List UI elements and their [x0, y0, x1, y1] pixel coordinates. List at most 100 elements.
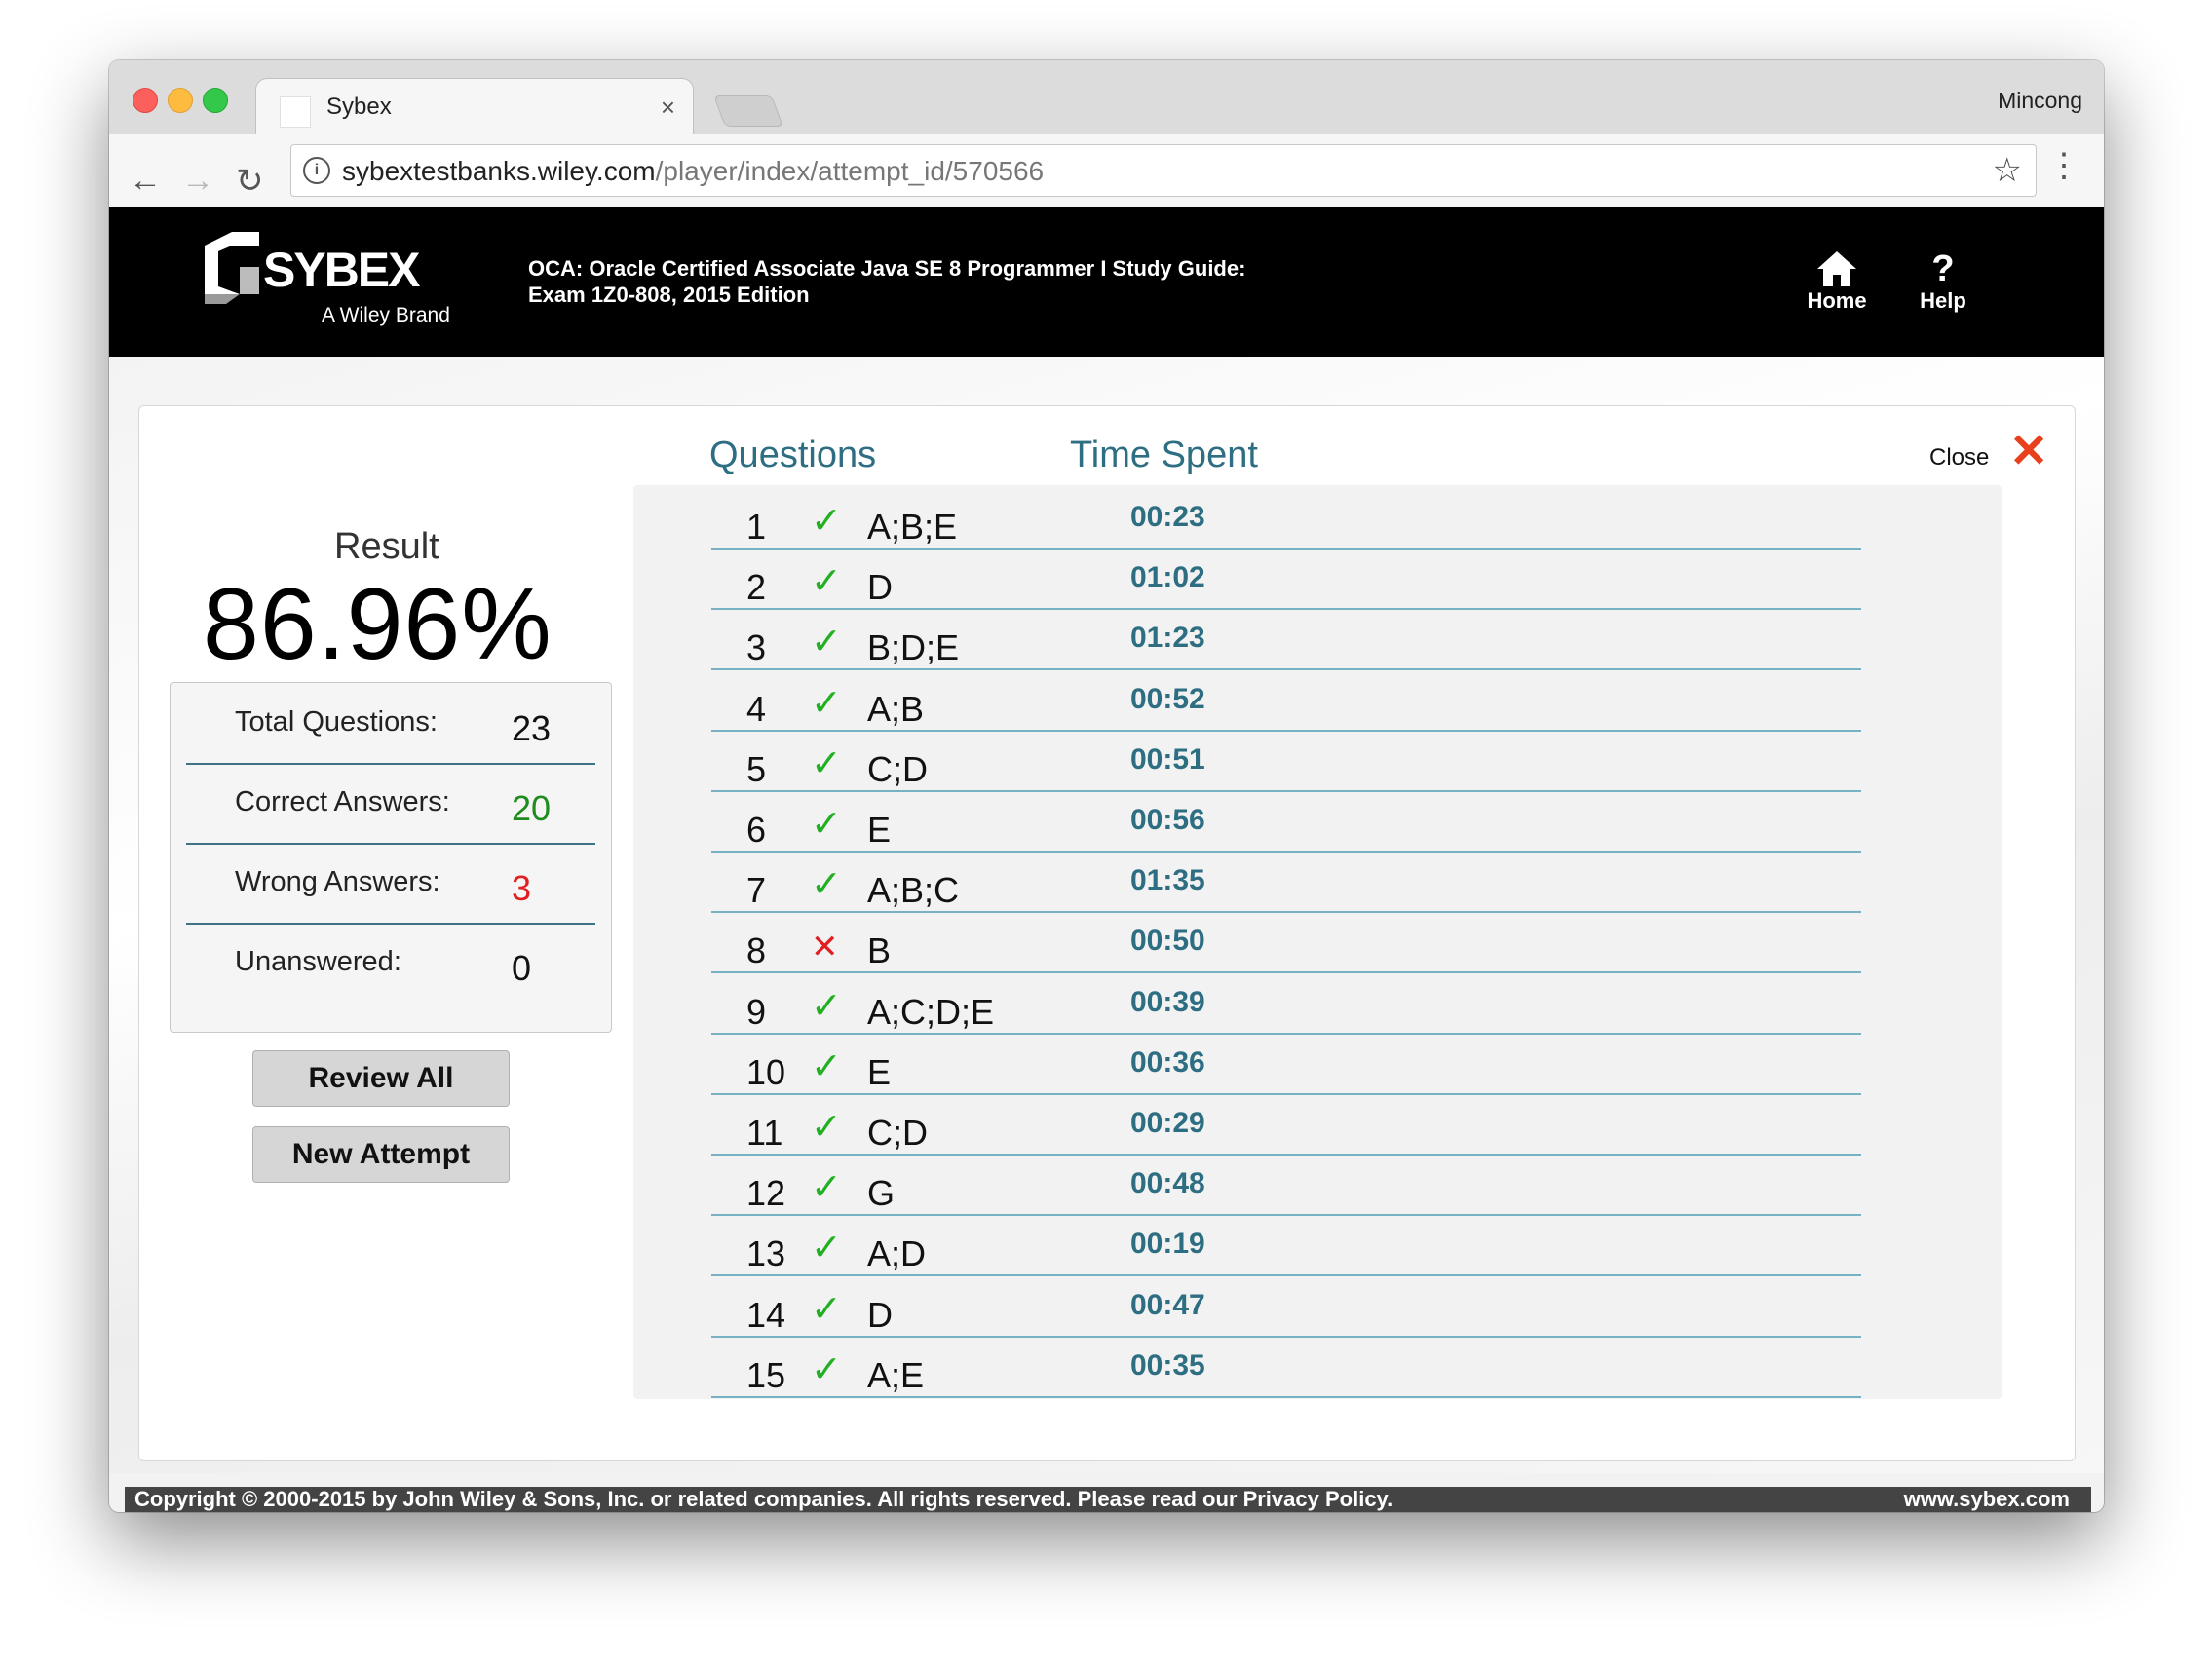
question-row[interactable]: 13 ✓ A;D 00:19: [711, 1214, 1861, 1277]
favicon-icon: [280, 96, 311, 128]
forward-arrow-icon[interactable]: →: [181, 162, 214, 200]
stat-value: 3: [512, 868, 532, 908]
question-answer: C;D: [867, 748, 928, 789]
browser-tab[interactable]: Sybex ×: [255, 78, 694, 137]
check-icon: ✓: [811, 561, 842, 603]
question-number: 1: [746, 507, 767, 547]
question-row[interactable]: 7 ✓ A;B;C 01:35: [711, 851, 1861, 914]
stat-value: 20: [512, 788, 552, 828]
site-header: SYBEX A Wiley Brand OCA: Oracle Certifie…: [109, 207, 2104, 357]
questions-header: Questions: [709, 435, 877, 475]
check-icon: ✓: [811, 804, 842, 845]
bookmark-star-icon[interactable]: ☆: [1993, 151, 2022, 190]
question-row[interactable]: 1 ✓ A;B;E 00:23: [711, 487, 1861, 550]
maximize-window-button[interactable]: [203, 88, 228, 113]
url-path: /player/index/attempt_id/570566: [655, 156, 1045, 186]
question-number: 10: [746, 1051, 786, 1092]
question-answer: G: [867, 1173, 896, 1214]
question-number: 8: [746, 930, 767, 971]
question-row[interactable]: 4 ✓ A;B 00:52: [711, 669, 1861, 732]
question-row[interactable]: 5 ✓ C;D 00:51: [711, 730, 1861, 792]
question-row[interactable]: 15 ✓ A;E 00:35: [711, 1336, 1861, 1398]
tab-close-icon[interactable]: ×: [661, 93, 675, 123]
time-spent: 00:48: [1130, 1167, 1205, 1200]
address-bar[interactable]: i sybextestbanks.wiley.com/player/index/…: [290, 144, 2037, 197]
tab-title: Sybex: [326, 94, 392, 120]
help-button[interactable]: ? Help: [1914, 249, 1972, 314]
question-row[interactable]: 14 ✓ D 00:47: [711, 1275, 1861, 1338]
question-row[interactable]: 12 ✓ G 00:48: [711, 1154, 1861, 1217]
check-icon: ✓: [811, 742, 842, 784]
tab-strip: Sybex × Mincong: [109, 60, 2104, 137]
time-spent: 00:36: [1130, 1045, 1205, 1079]
check-icon: ✓: [811, 864, 842, 906]
check-icon: ✓: [811, 622, 842, 663]
new-tab-button[interactable]: [713, 95, 783, 127]
url-text[interactable]: sybextestbanks.wiley.com/player/index/at…: [342, 156, 1044, 187]
stat-label: Total Questions:: [235, 706, 438, 738]
time-spent: 01:02: [1130, 561, 1205, 594]
site-link[interactable]: www.sybex.com: [1904, 1487, 2070, 1512]
stat-label: Correct Answers:: [235, 786, 450, 817]
minimize-window-button[interactable]: [168, 88, 193, 113]
close-window-button[interactable]: [133, 88, 158, 113]
stat-label: Unanswered:: [235, 946, 401, 977]
new-attempt-button[interactable]: New Attempt: [252, 1126, 510, 1183]
logo-text: SYBEX: [263, 243, 420, 297]
course-title: OCA: Oracle Certified Associate Java SE …: [528, 255, 1245, 308]
time-spent: 00:50: [1130, 925, 1205, 958]
info-icon[interactable]: i: [303, 157, 330, 184]
time-spent: 00:23: [1130, 501, 1205, 533]
question-list[interactable]: 1 ✓ A;B;E 00:23 2 ✓ D 01:02 3 ✓ B;D;E 01:23 4 ✓ A;B 00:…: [633, 485, 2002, 1399]
time-spent: 00:47: [1130, 1288, 1205, 1321]
profile-name[interactable]: Mincong: [1998, 88, 2082, 114]
question-number: 11: [746, 1113, 783, 1153]
time-spent: 00:39: [1130, 985, 1205, 1018]
back-arrow-icon[interactable]: ←: [129, 162, 162, 200]
question-row[interactable]: 3 ✓ B;D;E 01:23: [711, 608, 1861, 671]
time-spent: 01:35: [1130, 864, 1205, 897]
question-number: 4: [746, 688, 767, 729]
question-number: 12: [746, 1173, 786, 1214]
question-row[interactable]: 2 ✓ D 01:02: [711, 548, 1861, 611]
browser-menu-icon[interactable]: ⋮: [2047, 149, 2080, 183]
browser-window: Sybex × Mincong ← → ↻ i sybextestbanks.w…: [109, 60, 2104, 1512]
stats-box: Total Questions: 23 Correct Answers: 20 …: [170, 682, 612, 1033]
check-icon: ✓: [811, 682, 842, 724]
question-answer: A;D: [867, 1233, 927, 1274]
question-row[interactable]: 6 ✓ E 00:56: [711, 790, 1861, 853]
question-row[interactable]: 9 ✓ A;C;D;E 00:39: [711, 972, 1861, 1035]
close-icon[interactable]: ✕: [2009, 429, 2048, 475]
stat-row-unanswered: Unanswered: 0: [186, 923, 595, 1003]
check-icon: ✓: [811, 1288, 842, 1330]
check-icon: ✓: [811, 1107, 842, 1148]
logo-subtext: A Wiley Brand: [322, 304, 450, 326]
question-row[interactable]: 10 ✓ E 00:36: [711, 1033, 1861, 1095]
question-answer: A;B;E: [867, 507, 958, 547]
stat-row-wrong: Wrong Answers: 3: [186, 843, 595, 925]
footer: Copyright © 2000-2015 by John Wiley & So…: [125, 1487, 2091, 1512]
help-label: Help: [1920, 288, 1966, 313]
question-row[interactable]: 8 ✕ B 00:50: [711, 911, 1861, 974]
check-icon: ✓: [811, 1228, 842, 1270]
question-answer: D: [867, 567, 893, 608]
copyright-text: Copyright © 2000-2015 by John Wiley & So…: [134, 1487, 1393, 1511]
check-icon: ✓: [811, 1167, 842, 1209]
question-answer: E: [867, 1051, 892, 1092]
review-all-button[interactable]: Review All: [252, 1050, 510, 1107]
close-link[interactable]: Close: [1929, 444, 1989, 472]
time-spent: 00:35: [1130, 1348, 1205, 1382]
sybex-logo[interactable]: SYBEX A Wiley Brand: [203, 228, 462, 335]
question-number: 7: [746, 870, 767, 911]
stat-row-correct: Correct Answers: 20: [186, 763, 595, 845]
home-icon: [1817, 251, 1856, 286]
time-spent: 01:23: [1130, 622, 1205, 655]
stat-label: Wrong Answers:: [235, 866, 440, 897]
question-row[interactable]: 11 ✓ C;D 00:29: [711, 1093, 1861, 1156]
question-number: 14: [746, 1294, 786, 1335]
reload-icon[interactable]: ↻: [236, 162, 264, 201]
home-button[interactable]: Home: [1803, 249, 1871, 314]
cross-icon: ✕: [811, 929, 839, 967]
question-answer: B: [867, 930, 892, 971]
time-spent-header: Time Spent: [1070, 435, 1258, 475]
